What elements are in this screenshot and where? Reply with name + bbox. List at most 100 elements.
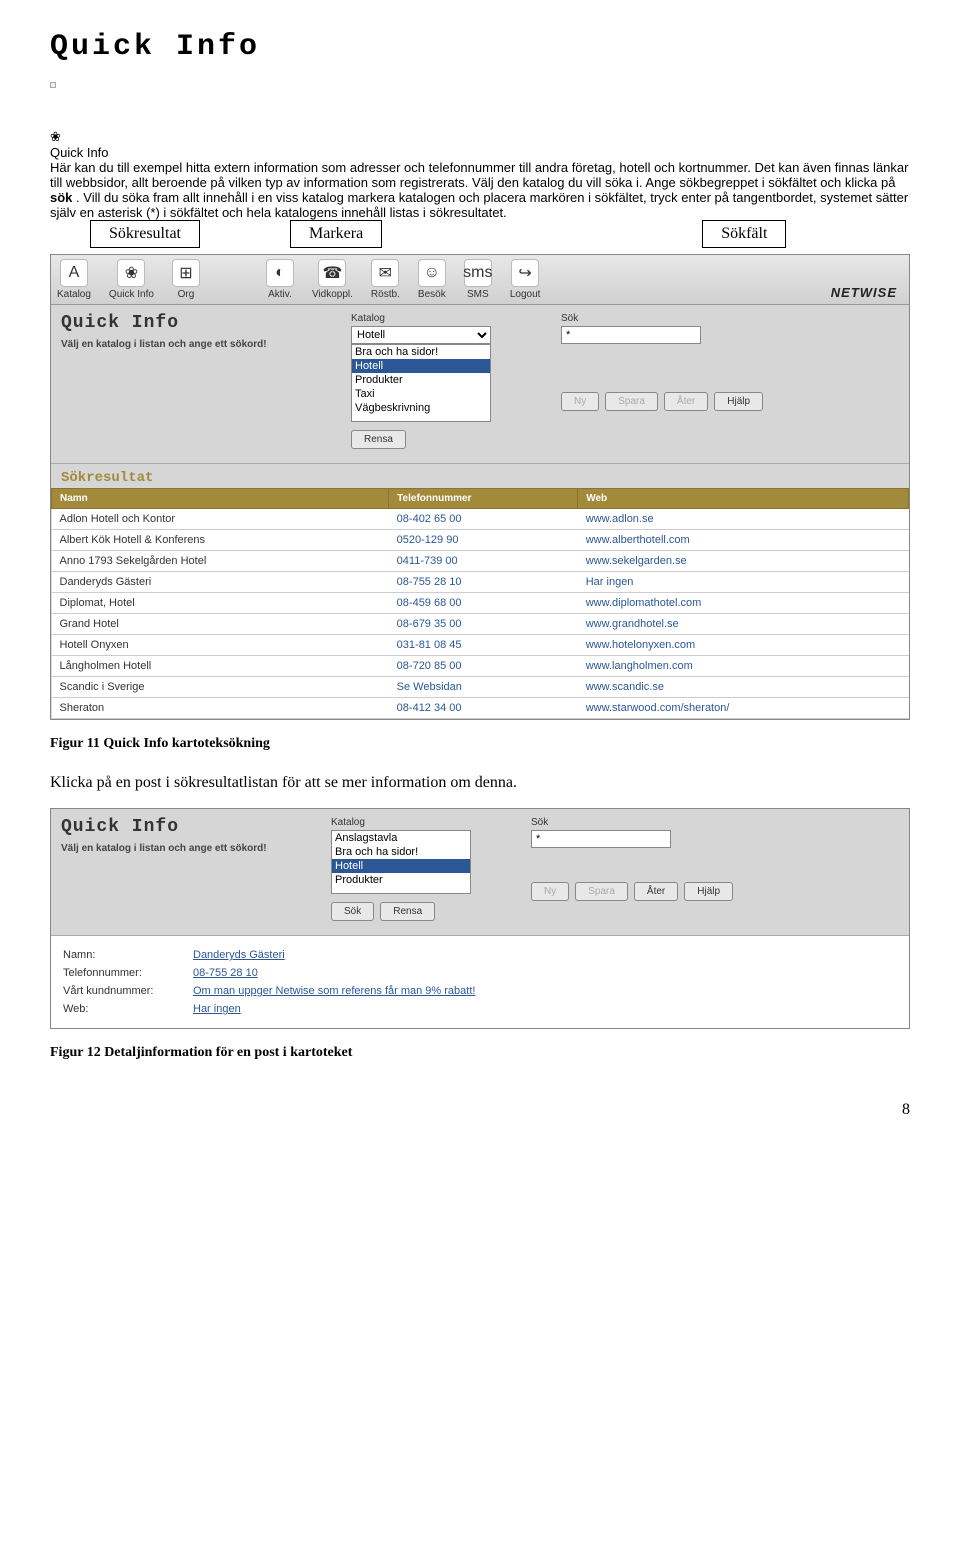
cell-web: www.alberthotell.com	[578, 530, 909, 551]
toolbar-katalog[interactable]: AKatalog	[57, 259, 91, 300]
toolbar-besök[interactable]: ☺ Besök	[418, 259, 446, 300]
table-row[interactable]: Sheraton08-412 34 00www.starwood.com/she…	[52, 698, 909, 719]
rensa-button-2[interactable]: Rensa	[380, 902, 435, 921]
toolbar-icon: ☺	[418, 259, 446, 287]
cell-tel: 08-459 68 00	[389, 593, 578, 614]
ny-button[interactable]: Ny	[561, 392, 599, 411]
cell-web: www.grandhotel.se	[578, 614, 909, 635]
katalog-option[interactable]: Vägbeskrivning	[352, 401, 490, 415]
table-row[interactable]: Långholmen Hotell08-720 85 00www.langhol…	[52, 656, 909, 677]
katalog-option[interactable]: Hotell	[332, 859, 470, 873]
katalog-option[interactable]: Hotell	[352, 359, 490, 373]
hjalp-button[interactable]: Hjälp	[714, 392, 763, 411]
detail-key: Telefonnummer:	[63, 967, 193, 979]
col-tel[interactable]: Telefonnummer	[389, 489, 578, 509]
section-title-2: Quick Info	[61, 817, 311, 837]
toolbar-icon: ❀	[117, 259, 145, 287]
detail-value[interactable]: Har ingen	[193, 1003, 241, 1015]
toolbar-label: Logout	[510, 289, 541, 300]
toolbar-sms[interactable]: smsSMS	[464, 259, 492, 300]
toolbar-röstb[interactable]: ✉Röstb.	[371, 259, 400, 300]
cell-name: Danderyds Gästeri	[52, 572, 389, 593]
ater-button-2[interactable]: Åter	[634, 882, 678, 901]
toolbar-label: Quick Info	[109, 289, 154, 300]
rensa-button[interactable]: Rensa	[351, 430, 406, 449]
katalog-listbox[interactable]: Bra och ha sidor!HotellProdukterTaxiVägb…	[351, 344, 491, 422]
detail-row: Web:Har ingen	[63, 1000, 897, 1018]
detail-value[interactable]: Danderyds Gästeri	[193, 949, 285, 961]
sok-button-2[interactable]: Sök	[331, 902, 374, 921]
cell-tel: 08-679 35 00	[389, 614, 578, 635]
toolbar-label: Katalog	[57, 289, 91, 300]
katalog-option[interactable]: Produkter	[332, 873, 470, 887]
cell-tel: Se Websidan	[389, 677, 578, 698]
toolbar-icon: ☎	[318, 259, 346, 287]
col-web[interactable]: Web	[578, 489, 909, 509]
katalog-option[interactable]: Anslagstavla	[332, 831, 470, 845]
main-toolbar: AKatalog ❀ Quick Info ⊞ Org ◐Aktiv. ☎ Vidkoppl.…	[51, 255, 909, 305]
table-row[interactable]: Scandic i SverigeSe Websidanwww.scandic.…	[52, 677, 909, 698]
cell-name: Adlon Hotell och Kontor	[52, 509, 389, 530]
table-row[interactable]: Anno 1793 Sekelgården Hotel0411-739 00ww…	[52, 551, 909, 572]
katalog-listbox-2[interactable]: AnslagstavlaBra och ha sidor!HotellProdu…	[331, 830, 471, 894]
page-number: 8	[50, 1101, 910, 1119]
cell-name: Hotell Onyxen	[52, 635, 389, 656]
toolbar-logout[interactable]: ↪ Logout	[510, 259, 541, 300]
hjalp-button-2[interactable]: Hjälp	[684, 882, 733, 901]
ny-button-2[interactable]: Ny	[531, 882, 569, 901]
intro-text-prefix: Här kan du till exempel hitta extern inf…	[50, 160, 908, 190]
toolbar-icon: ↪	[511, 259, 539, 287]
cell-web: www.langholmen.com	[578, 656, 909, 677]
cell-web: www.starwood.com/sheraton/	[578, 698, 909, 719]
cell-web: www.adlon.se	[578, 509, 909, 530]
table-row[interactable]: Hotell Onyxen031-81 08 45www.hotelonyxen…	[52, 635, 909, 656]
detail-value[interactable]: 08-755 28 10	[193, 967, 258, 979]
cell-name: Albert Kök Hotell & Konferens	[52, 530, 389, 551]
table-row[interactable]: Grand Hotel08-679 35 00www.grandhotel.se	[52, 614, 909, 635]
katalog-option[interactable]: Taxi	[352, 387, 490, 401]
figure-11-caption: Figur 11 Quick Info kartoteksökning	[50, 736, 910, 752]
katalog-option[interactable]: Bra och ha sidor!	[352, 345, 490, 359]
cell-web: Har ingen	[578, 572, 909, 593]
sokresultat-heading: Sökresultat	[51, 464, 909, 488]
toolbar-org[interactable]: ⊞ Org	[172, 259, 200, 300]
cell-web: www.scandic.se	[578, 677, 909, 698]
toolbar-icon: ◐	[266, 259, 294, 287]
figure-12-caption: Figur 12 Detaljinformation för en post i…	[50, 1045, 910, 1061]
sok-input-2[interactable]	[531, 830, 671, 848]
toolbar-vidkoppl[interactable]: ☎ Vidkoppl.	[312, 259, 353, 300]
toolbar-icon: sms	[464, 259, 492, 287]
body-text-2: Klicka på en post i sökresultatlistan fö…	[50, 774, 910, 792]
spara-button[interactable]: Spara	[605, 392, 658, 411]
cell-tel: 08-402 65 00	[389, 509, 578, 530]
detail-row: Namn:Danderyds Gästeri	[63, 946, 897, 964]
label-markera: Markera	[290, 220, 382, 248]
toolbar-label: Vidkoppl.	[312, 289, 353, 300]
detail-value[interactable]: Om man uppger Netwise som referens får m…	[193, 985, 475, 997]
cell-web: www.hotelonyxen.com	[578, 635, 909, 656]
toolbar-label: Org	[172, 289, 200, 300]
toolbar-label: Röstb.	[371, 289, 400, 300]
katalog-option[interactable]: Bra och ha sidor!	[332, 845, 470, 859]
detail-key: Web:	[63, 1003, 193, 1015]
table-row[interactable]: Albert Kök Hotell & Konferens0520-129 90…	[52, 530, 909, 551]
cell-tel: 031-81 08 45	[389, 635, 578, 656]
toolbar-icon: ⊞	[172, 259, 200, 287]
detail-row: Vårt kundnummer:Om man uppger Netwise so…	[63, 982, 897, 1000]
toolbar-quick info[interactable]: ❀ Quick Info	[109, 259, 154, 300]
sok-input[interactable]	[561, 326, 701, 344]
section-subtitle: Välj en katalog i listan och ange ett sö…	[61, 339, 321, 350]
table-row[interactable]: Adlon Hotell och Kontor08-402 65 00www.a…	[52, 509, 909, 530]
toolbar-aktiv[interactable]: ◐Aktiv.	[266, 259, 294, 300]
katalog-option[interactable]: Produkter	[352, 373, 490, 387]
table-row[interactable]: Diplomat, Hotel08-459 68 00www.diplomath…	[52, 593, 909, 614]
results-table: Namn Telefonnummer Web Adlon Hotell och …	[51, 488, 909, 719]
katalog-select[interactable]: Hotell	[351, 326, 491, 344]
ater-button[interactable]: Åter	[664, 392, 708, 411]
table-row[interactable]: Danderyds Gästeri08-755 28 10Har ingen	[52, 572, 909, 593]
detail-key: Vårt kundnummer:	[63, 985, 193, 997]
spara-button-2[interactable]: Spara	[575, 882, 628, 901]
col-name[interactable]: Namn	[52, 489, 389, 509]
toolbar-label: Besök	[418, 289, 446, 300]
cell-name: Diplomat, Hotel	[52, 593, 389, 614]
